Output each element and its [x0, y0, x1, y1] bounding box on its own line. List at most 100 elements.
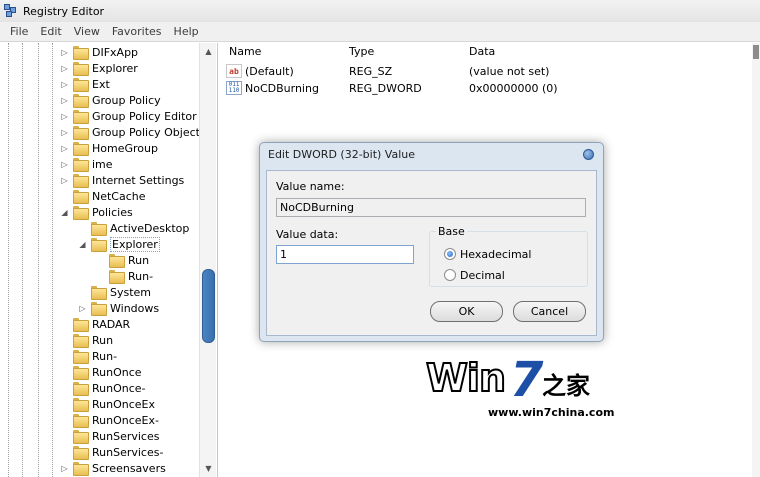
hexadecimal-option[interactable]: Hexadecimal	[444, 247, 531, 261]
value-data: 0x00000000 (0)	[469, 81, 558, 95]
column-header-type[interactable]: Type	[349, 45, 374, 61]
tree-item-label: HomeGroup	[92, 141, 158, 155]
value-row[interactable]: 011 110 NoCDBurning REG_DWORD 0x00000000 …	[226, 80, 726, 96]
tree-item[interactable]: RunOnce	[60, 364, 142, 380]
tree-item[interactable]: ◢ Explorer	[78, 236, 160, 252]
tree-item[interactable]: ▷ Group Policy Editor	[60, 108, 197, 124]
expander-placeholder	[60, 368, 69, 377]
folder-icon	[91, 222, 107, 236]
hexadecimal-radio[interactable]	[444, 248, 456, 260]
tree-item[interactable]: ◢ Policies	[60, 204, 133, 220]
tree-item-label: Ext	[92, 77, 110, 91]
tree-item[interactable]: System	[78, 284, 151, 300]
folder-icon	[73, 94, 89, 108]
tree-item[interactable]: ▷ DIFxApp	[60, 44, 138, 60]
expand-arrow-icon[interactable]: ▷	[60, 48, 69, 57]
tree-item[interactable]: ▷ Ext	[60, 76, 110, 92]
folder-icon	[73, 190, 89, 204]
expander-placeholder	[60, 336, 69, 345]
folder-icon	[109, 254, 125, 268]
values-scrollbar[interactable]	[752, 43, 760, 477]
tree-item[interactable]: RunServices	[60, 428, 159, 444]
folder-icon	[73, 174, 89, 188]
value-type: REG_DWORD	[349, 81, 422, 95]
expand-arrow-icon[interactable]: ▷	[60, 464, 69, 473]
value-name-field: NoCDBurning	[276, 198, 586, 217]
tree-item[interactable]: ActiveDesktop	[78, 220, 189, 236]
edit-dword-dialog: Edit DWORD (32-bit) Value Value name: No…	[259, 142, 604, 342]
folder-icon	[91, 286, 107, 300]
tree-item[interactable]: RADAR	[60, 316, 130, 332]
decimal-radio[interactable]	[444, 269, 456, 281]
folder-icon	[73, 366, 89, 380]
expand-arrow-icon[interactable]: ▷	[60, 80, 69, 89]
close-icon[interactable]	[583, 149, 594, 160]
tree-item[interactable]: ▷ Group Policy Objects	[60, 124, 206, 140]
expand-arrow-icon[interactable]: ▷	[60, 112, 69, 121]
expand-arrow-icon[interactable]: ▷	[60, 64, 69, 73]
expand-arrow-icon[interactable]: ▷	[60, 144, 69, 153]
expand-arrow-icon[interactable]: ▷	[60, 160, 69, 169]
expand-arrow-icon[interactable]: ▷	[60, 128, 69, 137]
tree-item[interactable]: ▷ Explorer	[60, 60, 138, 76]
tree-item[interactable]: Run-	[60, 348, 117, 364]
tree-item[interactable]: NetCache	[60, 188, 146, 204]
decimal-option[interactable]: Decimal	[444, 268, 505, 282]
expander-placeholder	[60, 384, 69, 393]
tree-scroll-thumb[interactable]	[202, 269, 215, 343]
column-header-data[interactable]: Data	[469, 45, 495, 61]
watermark-seven: 7	[510, 352, 544, 408]
values-scroll-thumb[interactable]	[753, 45, 759, 59]
menu-favorites[interactable]: Favorites	[106, 23, 168, 41]
folder-icon	[91, 302, 107, 316]
key-tree[interactable]: ▷ DIFxApp ▷ Explorer ▷ Ext ▷ Group Policy ▷ Group…	[0, 43, 218, 477]
tree-item[interactable]: RunOnceEx	[60, 396, 155, 412]
tree-item-label: System	[110, 285, 152, 299]
tree-item[interactable]: RunOnceEx-	[60, 412, 159, 428]
scroll-up-icon[interactable]: ▲	[200, 43, 217, 60]
folder-icon	[73, 110, 89, 124]
tree-scrollbar[interactable]: ▲ ▼	[199, 43, 216, 477]
collapse-arrow-icon[interactable]: ◢	[60, 208, 69, 217]
tree-item[interactable]: RunOnce-	[60, 380, 146, 396]
folder-icon	[73, 334, 89, 348]
ok-button[interactable]: OK	[430, 301, 503, 322]
expand-arrow-icon[interactable]: ▷	[78, 304, 87, 313]
menu-view[interactable]: View	[68, 23, 106, 41]
tree-item-label: RunOnceEx-	[92, 413, 159, 427]
cancel-button[interactable]: Cancel	[513, 301, 586, 322]
menu-help[interactable]: Help	[168, 23, 205, 41]
expand-arrow-icon[interactable]: ▷	[60, 176, 69, 185]
column-header-name[interactable]: Name	[229, 45, 261, 61]
folder-icon	[73, 318, 89, 332]
expander-placeholder	[78, 224, 87, 233]
tree-item[interactable]: Run	[60, 332, 113, 348]
folder-icon	[73, 382, 89, 396]
tree-item-label: Run-	[128, 269, 154, 283]
dialog-body: Value name: NoCDBurning Value data: 1 Ba…	[266, 170, 597, 336]
tree-item[interactable]: ▷ Internet Settings	[60, 172, 184, 188]
collapse-arrow-icon[interactable]: ◢	[78, 240, 87, 249]
tree-item-label: Policies	[92, 205, 133, 219]
menu-edit[interactable]: Edit	[34, 23, 67, 41]
value-data-label: Value data:	[276, 228, 339, 241]
tree-item[interactable]: ▷ Screensavers	[60, 460, 166, 476]
scroll-down-icon[interactable]: ▼	[200, 460, 217, 477]
tree-item[interactable]: Run-	[96, 268, 153, 284]
folder-icon	[73, 142, 89, 156]
menu-file[interactable]: File	[4, 23, 34, 41]
value-row[interactable]: ab (Default) REG_SZ (value not set)	[226, 63, 726, 79]
folder-icon	[73, 350, 89, 364]
tree-item-label: Windows	[110, 301, 160, 315]
value-data-input[interactable]: 1	[276, 245, 414, 264]
expander-placeholder	[60, 352, 69, 361]
tree-item[interactable]: ▷ ime	[60, 156, 113, 172]
tree-item[interactable]: ▷ Group Policy	[60, 92, 161, 108]
tree-item[interactable]: ▷ Windows	[78, 300, 159, 316]
tree-item[interactable]: ▷ HomeGroup	[60, 140, 158, 156]
tree-item-label: RunServices-	[92, 445, 164, 459]
expand-arrow-icon[interactable]: ▷	[60, 96, 69, 105]
folder-icon	[73, 62, 89, 76]
tree-item[interactable]: Run	[96, 252, 149, 268]
tree-item[interactable]: RunServices-	[60, 444, 163, 460]
